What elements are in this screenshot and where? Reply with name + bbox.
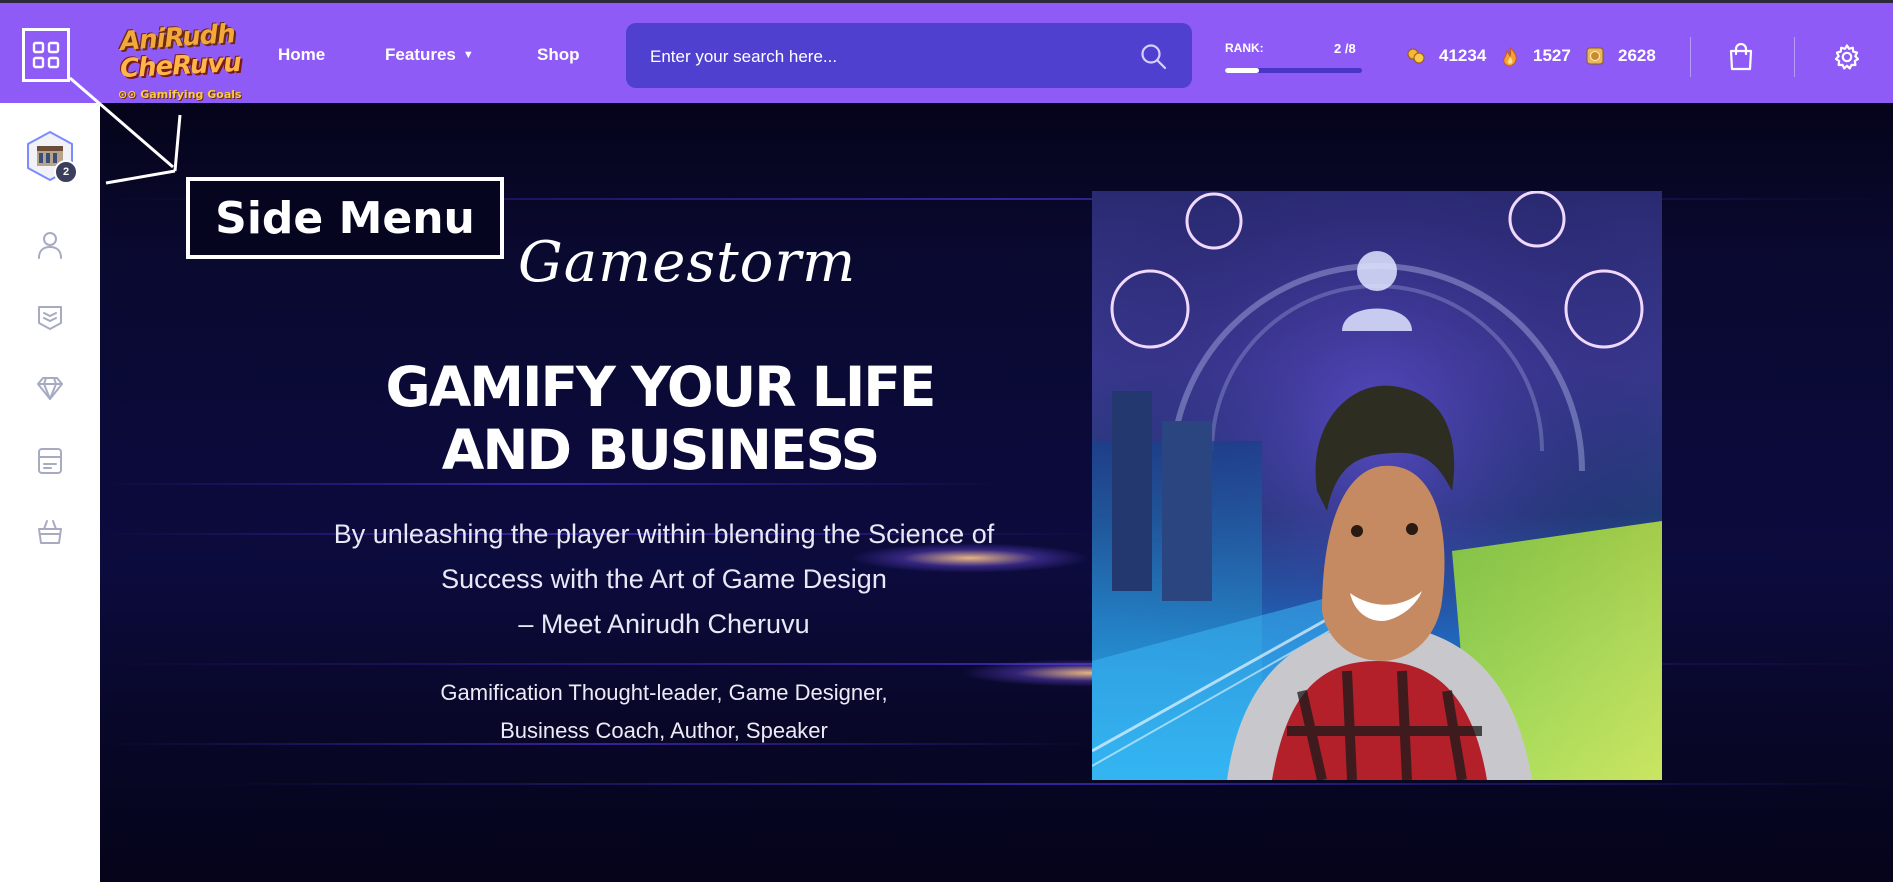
nav-features[interactable]: Features ▼ [385,45,474,65]
nav-features-label: Features [385,45,456,64]
hero-tagline-line1: By unleashing the player within blending… [333,519,995,549]
chevron-down-icon: ▼ [462,49,474,61]
hero-headline-line2: AND BUSINESS [441,418,880,482]
logo-text-last: CheRuvu [119,47,242,85]
basket-icon[interactable] [37,519,63,545]
side-menu: 2 [0,103,100,882]
coins-value: 41234 [1439,46,1487,65]
badges-stat: 2628 [1584,45,1656,67]
annotation-callout: Side Menu [186,177,504,259]
hero-roles-line1: Gamification Thought-leader, Game Design… [440,680,888,705]
nav-shop-label: Shop [537,45,580,64]
hero-roles-line2: Business Coach, Author, Speaker [500,718,828,743]
flames-stat: 1527 [1499,45,1571,67]
flame-icon [1503,46,1517,67]
rank-value: 2 /8 [1334,41,1356,56]
top-navigation-bar: AniRudh CheRuvu ⊙⊙ Gamifying Goals Home … [0,0,1893,103]
brand-script-title: Gamestorm [518,230,857,295]
card-icon[interactable] [37,447,63,475]
logo-tagline-text: Gamifying Goals [140,88,242,101]
hero-tagline-line3: – Meet Anirudh Cheruvu [518,609,810,639]
search-icon[interactable] [1140,43,1168,71]
hero-tagline: By unleashing the player within blending… [280,512,1048,647]
speaker-portrait-image [1092,191,1662,780]
stack-icon[interactable] [37,303,63,331]
rank-label: RANK: [1225,41,1264,55]
coin-icon [1407,48,1425,64]
badge-icon [1586,47,1604,65]
side-menu-toggle-button[interactable] [22,28,70,82]
nav-shop[interactable]: Shop [537,45,580,65]
hero-headline-line1: GAMIFY YOUR LIFE [385,355,937,419]
header-divider [1690,37,1691,77]
coins-stat: 41234 [1405,45,1486,67]
goggles-icon: ⊙⊙ [118,88,137,101]
rank-progress-bar [1225,68,1362,73]
hero-roles: Gamification Thought-leader, Game Design… [380,674,948,750]
light-streak [100,483,1000,485]
annotation-label: Side Menu [215,192,475,244]
badges-value: 2628 [1618,46,1656,65]
nav-home[interactable]: Home [278,45,325,65]
header-divider [1794,37,1795,77]
shopping-bag-icon[interactable] [1728,43,1754,71]
logo-tagline: ⊙⊙ Gamifying Goals [118,88,242,101]
flames-value: 1527 [1533,46,1571,65]
light-streak [200,783,1893,785]
portrait-illustration [1092,191,1662,780]
brand-logo[interactable]: AniRudh CheRuvu ⊙⊙ Gamifying Goals [112,9,246,105]
hero-headline: GAMIFY YOUR LIFE AND BUSINESS [290,356,1030,482]
avatar-level-badge: 2 [54,160,78,184]
nav-home-label: Home [278,45,326,64]
grid-icon [32,41,60,69]
hero-tagline-line2: Success with the Art of Game Design [441,564,887,594]
gear-icon[interactable] [1833,43,1861,71]
rank-progress-fill [1225,68,1260,73]
search-input[interactable] [648,23,1132,90]
search-bar [626,23,1192,90]
diamond-icon[interactable] [37,375,63,401]
user-icon[interactable] [37,231,63,259]
